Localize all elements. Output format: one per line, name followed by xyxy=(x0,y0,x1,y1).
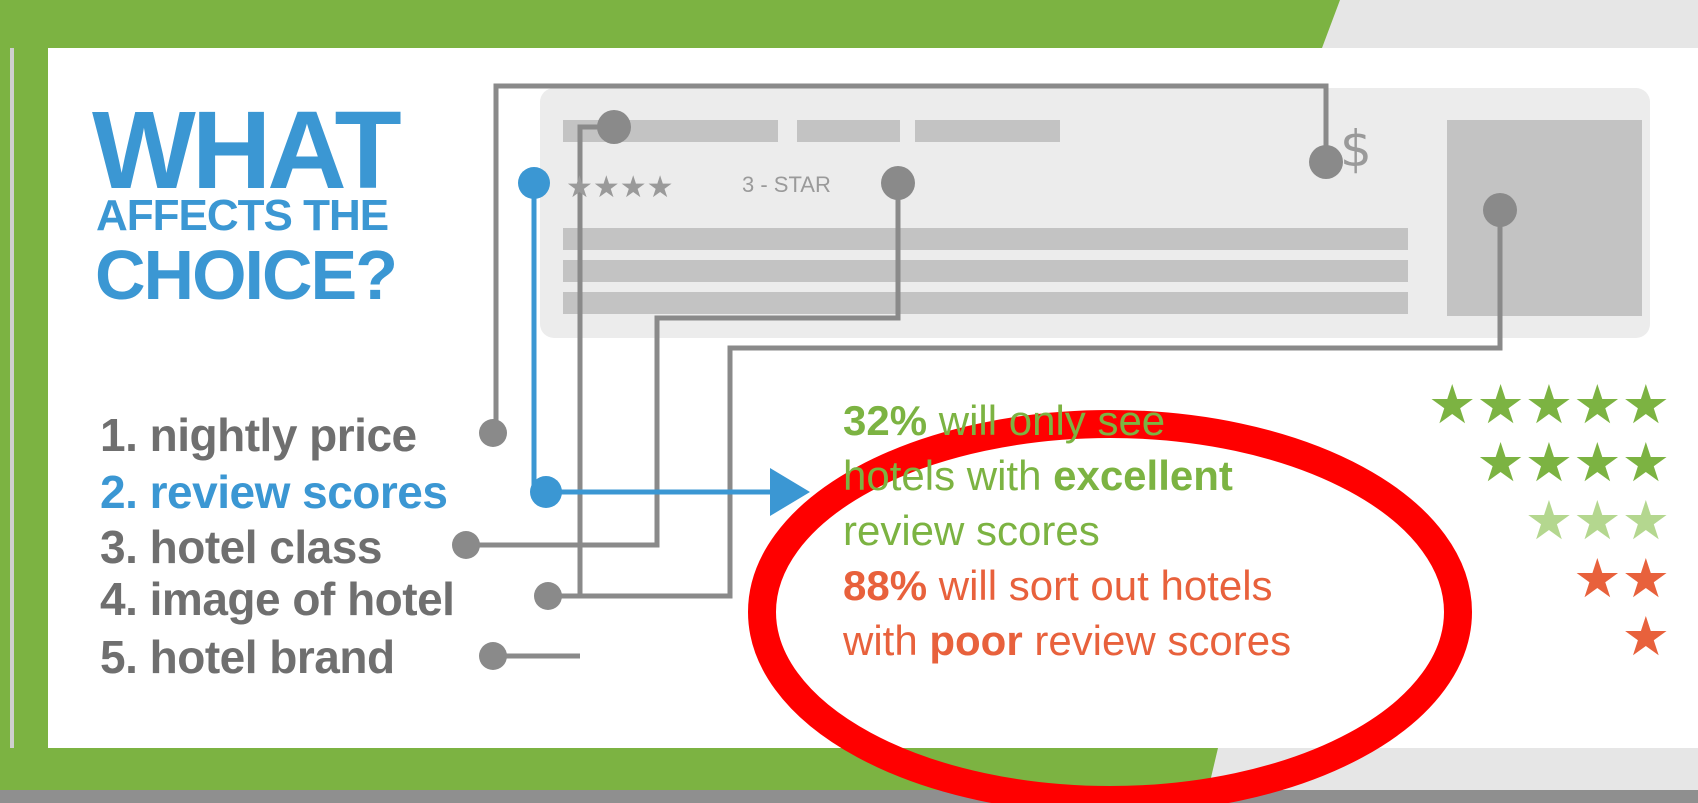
stat-excellent-line2: hotels with excellent xyxy=(843,452,1233,499)
star-row-4: ★★★★ xyxy=(1476,431,1670,494)
mockup-price-symbol: $ xyxy=(1340,120,1372,178)
star-row-2: ★★ xyxy=(1573,547,1670,610)
title-what: WHAT xyxy=(92,89,402,212)
factor-image-of-hotel: 4. image of hotel xyxy=(100,573,455,625)
star-row-1: ★ xyxy=(1621,605,1670,668)
hotel-image-placeholder xyxy=(1447,120,1642,316)
stat-poor-line2: with poor review scores xyxy=(843,617,1292,664)
star-row-5: ★★★★★ xyxy=(1427,373,1670,436)
title-choice: CHOICE? xyxy=(95,236,398,314)
factor-review-scores: 2. review scores xyxy=(100,466,448,518)
title-affects-the: AFFECTS THE xyxy=(96,191,389,240)
stat-excellent-line3: review scores xyxy=(843,507,1100,554)
star-row-3: ★★★ xyxy=(1524,489,1670,552)
mockup-rating-stars: ★★★★ xyxy=(566,170,674,205)
stat-excellent-line1: 32% will only see xyxy=(843,397,1166,444)
stat-poor-line1: 88% will sort out hotels xyxy=(843,562,1273,609)
factor-nightly-price: 1. nightly price xyxy=(100,409,417,461)
factor-hotel-brand: 5. hotel brand xyxy=(100,631,395,683)
factor-hotel-class: 3. hotel class xyxy=(100,521,382,573)
mockup-class-label: 3 - STAR xyxy=(742,172,831,197)
